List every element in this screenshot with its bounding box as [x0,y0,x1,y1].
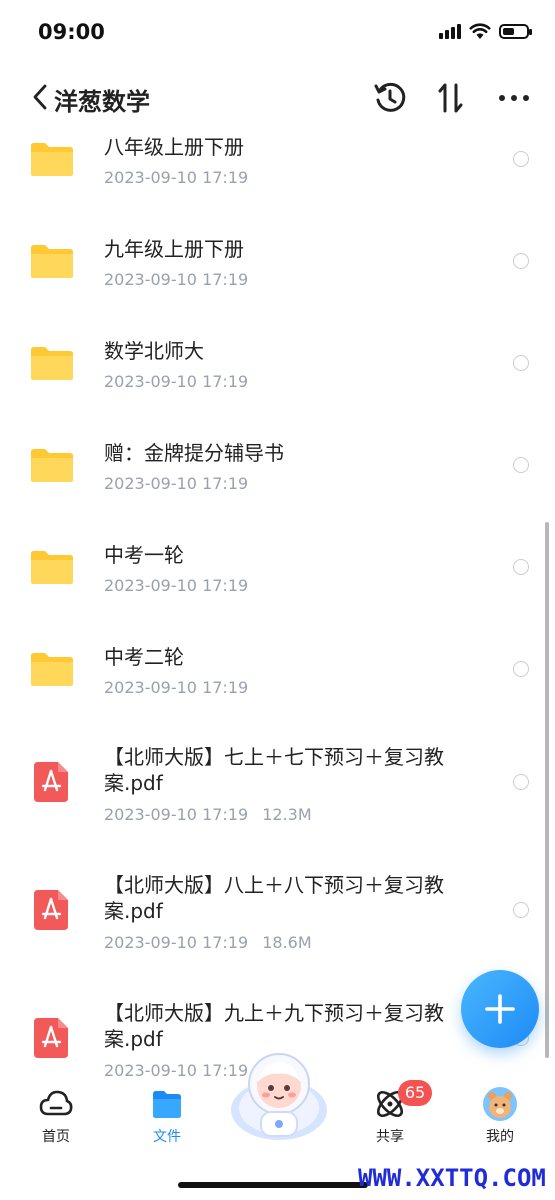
tab-label: 我的 [486,1129,514,1145]
back-icon[interactable] [32,84,48,110]
file-list: 八年级上册下册 2023-09-10 17:19 九年级上册下册 2023-09… [0,126,555,1086]
folder-icon [31,653,73,686]
file-name: 中考一轮 [104,543,184,567]
list-item[interactable]: 赠：金牌提分辅导书 2023-09-10 17:19 [0,432,555,532]
folder-icon [31,551,73,584]
more-icon [499,95,529,101]
cloud-home-icon [39,1090,73,1116]
more-button[interactable] [494,78,534,118]
status-icons [439,22,532,40]
file-date: 2023-09-10 17:19 [104,805,249,824]
select-radio[interactable] [513,253,529,269]
add-button[interactable] [461,970,539,1048]
list-item[interactable]: 中考一轮 2023-09-10 17:19 [0,534,555,634]
select-radio[interactable] [513,457,529,473]
file-size: 12.3M [262,805,312,824]
mascot-button[interactable] [228,1048,330,1144]
file-date: 2023-09-10 17:19 [104,678,249,697]
file-date: 2023-09-10 17:19 [104,270,249,289]
folder-icon [31,449,73,482]
file-date: 2023-09-10 17:19 [104,168,249,187]
wifi-icon [469,23,491,39]
tab-label: 共享 [376,1129,404,1145]
status-bar: 09:00 [0,0,555,60]
file-name: 【北师大版】九上＋九下预习＋复习教案.pdf [104,1001,444,1051]
file-meta: 2023-09-10 17:19 [104,372,248,391]
history-icon [374,82,406,112]
pdf-icon [34,890,68,930]
file-meta: 2023-09-10 17:19 [104,576,248,595]
select-radio[interactable] [513,902,529,918]
list-item[interactable]: 中考二轮 2023-09-10 17:19 [0,636,555,736]
file-name: 中考二轮 [104,645,184,669]
file-size: 18.6M [262,933,312,952]
list-item[interactable]: 【北师大版】七上＋七下预习＋复习教案.pdf 2023-09-10 17:19 1… [0,738,555,864]
status-time: 09:00 [38,20,105,44]
pdf-icon [34,1018,68,1058]
list-item[interactable]: 数学北师大 2023-09-10 17:19 [0,330,555,430]
file-date: 2023-09-10 17:19 [104,372,249,391]
list-item[interactable]: 九年级上册下册 2023-09-10 17:19 [0,228,555,328]
watermark-text: WWW.XXTTQ.COM [358,1164,546,1192]
list-item[interactable]: 八年级上册下册 2023-09-10 17:19 [0,126,555,226]
page-title: 洋葱数学 [54,88,150,116]
tab-label: 文件 [153,1129,181,1145]
select-radio[interactable] [513,355,529,371]
select-radio[interactable] [513,774,529,790]
plus-icon [485,994,515,1024]
folder-icon [31,245,73,278]
list-item[interactable]: 【北师大版】八上＋八下预习＋复习教案.pdf 2023-09-10 17:19 1… [0,866,555,992]
file-name: 【北师大版】七上＋七下预习＋复习教案.pdf [104,745,444,795]
select-radio[interactable] [513,559,529,575]
file-name: 九年级上册下册 [104,237,244,261]
file-date: 2023-09-10 17:19 [104,933,249,952]
home-indicator [178,1182,368,1188]
select-radio[interactable] [513,151,529,167]
file-date: 2023-09-10 17:19 [104,576,249,595]
tab-label: 首页 [42,1129,70,1145]
sort-button[interactable] [431,78,471,118]
file-name: 赠：金牌提分辅导书 [104,441,284,465]
avatar-icon [483,1087,517,1121]
file-date: 2023-09-10 17:19 [104,474,249,493]
file-name: 【北师大版】八上＋八下预习＋复习教案.pdf [104,873,444,923]
folder-icon [31,143,73,176]
file-meta: 2023-09-10 17:19 12.3M [104,805,312,824]
file-meta: 2023-09-10 17:19 [104,168,248,187]
file-name: 数学北师大 [104,339,204,363]
folder-icon [31,347,73,380]
folder-tab-icon [153,1091,181,1118]
pdf-icon [34,762,68,802]
file-meta: 2023-09-10 17:19 [104,678,248,697]
file-meta: 2023-09-10 17:19 [104,474,248,493]
file-date: 2023-09-10 17:19 [104,1061,249,1080]
select-radio[interactable] [513,661,529,677]
scrollbar[interactable] [545,522,549,1058]
file-meta: 2023-09-10 17:19 18.6M [104,933,312,952]
sort-icon [438,83,463,113]
battery-icon [499,23,532,39]
history-button[interactable] [370,78,410,118]
nav-header: 洋葱数学 [0,70,555,126]
share-badge: 65 [398,1080,432,1106]
signal-icon [439,23,461,39]
file-name: 八年级上册下册 [104,135,244,159]
file-meta: 2023-09-10 17:19 [104,270,248,289]
